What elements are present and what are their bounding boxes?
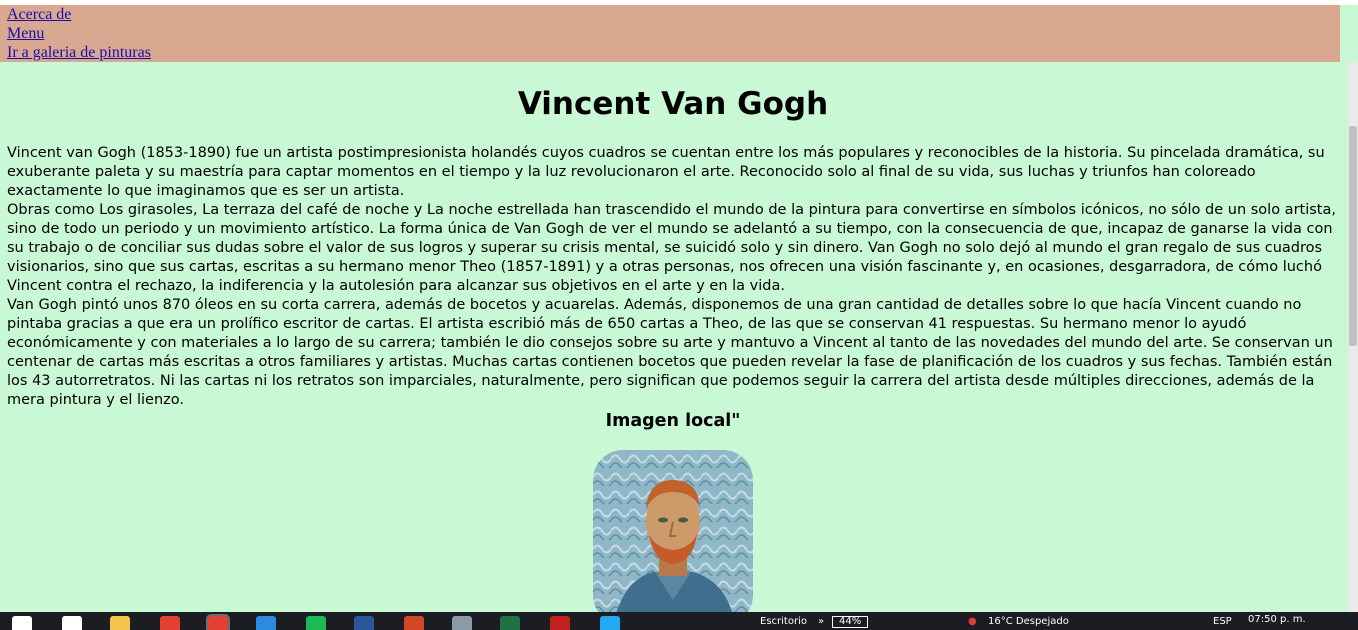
top-navigation: Acerca de Menu Ir a galeria de pinturas: [0, 5, 1340, 62]
paragraph-letters: Van Gogh pintó unos 870 óleos en su cort…: [7, 297, 1333, 408]
windows-taskbar: Escritorio » 44% ● 16°C Despejado ESP 07…: [0, 612, 1358, 630]
app-icon[interactable]: [256, 616, 276, 630]
scrollbar-thumb[interactable]: [1349, 126, 1357, 346]
vscode-icon[interactable]: [600, 616, 620, 630]
file-explorer-icon[interactable]: [110, 616, 130, 630]
word-icon[interactable]: [354, 616, 374, 630]
nav-link-galeria[interactable]: Ir a galeria de pinturas: [7, 43, 1340, 62]
desktop-label[interactable]: Escritorio: [760, 616, 807, 627]
chevron-icon[interactable]: »: [818, 616, 824, 627]
portrait-illustration: [593, 450, 753, 625]
battery-indicator[interactable]: 44%: [832, 616, 869, 628]
spotify-icon[interactable]: [306, 616, 326, 630]
paragraph-intro: Vincent van Gogh (1853-1890) fue un arti…: [7, 145, 1325, 199]
windows-start-icon[interactable]: [12, 616, 32, 630]
page-scrollbar[interactable]: [1348, 62, 1358, 612]
page-title: Vincent Van Gogh: [517, 86, 829, 122]
language-indicator[interactable]: ESP: [1213, 616, 1232, 627]
powerpoint-icon[interactable]: [404, 616, 424, 630]
weather-status[interactable]: 16°C Despejado: [988, 616, 1069, 627]
notification-badge-icon[interactable]: ●: [968, 616, 977, 627]
chrome-active-icon[interactable]: [206, 614, 230, 630]
biography-text: Vincent van Gogh (1853-1890) fue un arti…: [7, 144, 1341, 410]
notes-icon[interactable]: [452, 616, 472, 630]
image-heading: Imagen local": [605, 411, 741, 431]
paragraph-works: Obras como Los girasoles, La terraza del…: [7, 202, 1336, 294]
clock-time[interactable]: 07:50 p. m.: [1248, 614, 1306, 625]
search-icon[interactable]: [62, 616, 82, 630]
nav-link-acerca-de[interactable]: Acerca de: [7, 5, 1340, 24]
van-gogh-portrait-image: [593, 450, 753, 625]
pdf-icon[interactable]: [550, 616, 570, 630]
chrome-icon[interactable]: [160, 616, 180, 630]
nav-link-menu[interactable]: Menu: [7, 24, 1340, 43]
excel-icon[interactable]: [500, 616, 520, 630]
